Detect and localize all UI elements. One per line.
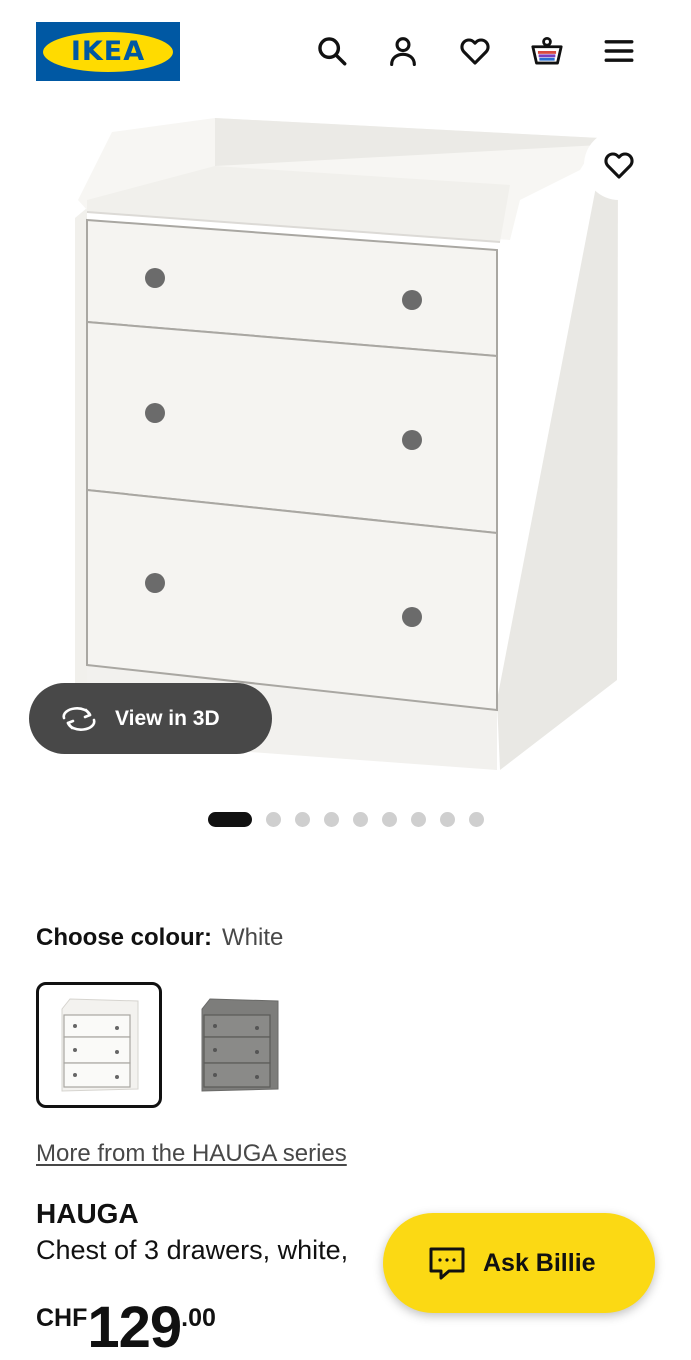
price-decimal: .00 (181, 1304, 216, 1332)
chat-bubble-icon (429, 1247, 465, 1280)
price-currency: CHF (36, 1304, 88, 1332)
pagination-dot[interactable] (440, 811, 455, 827)
pagination-dot[interactable] (324, 811, 339, 827)
pagination-dot[interactable] (353, 811, 368, 827)
series-link[interactable]: More from the HAUGA series (36, 1140, 347, 1168)
white-chest-thumbnail (61, 998, 139, 1092)
colour-chooser: Choose colour: White (36, 924, 283, 952)
pagination-dot[interactable] (469, 811, 484, 827)
ikea-logo[interactable]: IKEA (36, 22, 180, 81)
ask-billie-button[interactable]: Ask Billie (383, 1213, 655, 1313)
pagination-dot[interactable] (411, 811, 426, 827)
product-price: CHF 129.00 (36, 1296, 216, 1360)
price-integer: 129 (87, 1295, 182, 1360)
product-name: HAUGA (36, 1198, 139, 1229)
grey-chest-thumbnail (201, 998, 279, 1092)
heart-icon (604, 152, 634, 179)
view-in-3d-label: View in 3D (115, 706, 220, 730)
pagination-dot[interactable] (295, 811, 310, 827)
logo-text: IKEA (70, 36, 146, 67)
menu-icon[interactable] (600, 32, 638, 70)
logo-oval: IKEA (43, 31, 173, 72)
colour-label: Choose colour: (36, 924, 213, 951)
colour-option-grey[interactable] (176, 982, 302, 1108)
colour-option-white[interactable] (36, 982, 162, 1108)
pagination-dot[interactable] (382, 811, 397, 827)
rotate-3d-icon (62, 706, 96, 731)
product-description: Chest of 3 drawers, white, (36, 1235, 349, 1265)
view-in-3d-button[interactable]: View in 3D (29, 683, 272, 754)
image-pagination (208, 811, 498, 827)
favourites-icon[interactable] (456, 32, 494, 70)
account-icon[interactable] (384, 32, 422, 70)
pagination-dot[interactable] (266, 811, 281, 827)
add-to-favourites-button[interactable] (584, 130, 654, 200)
basket-icon[interactable] (528, 32, 566, 70)
search-icon[interactable] (313, 32, 351, 70)
ask-billie-label: Ask Billie (483, 1248, 596, 1277)
selected-colour: White (222, 924, 284, 951)
pagination-dot[interactable] (208, 811, 252, 827)
